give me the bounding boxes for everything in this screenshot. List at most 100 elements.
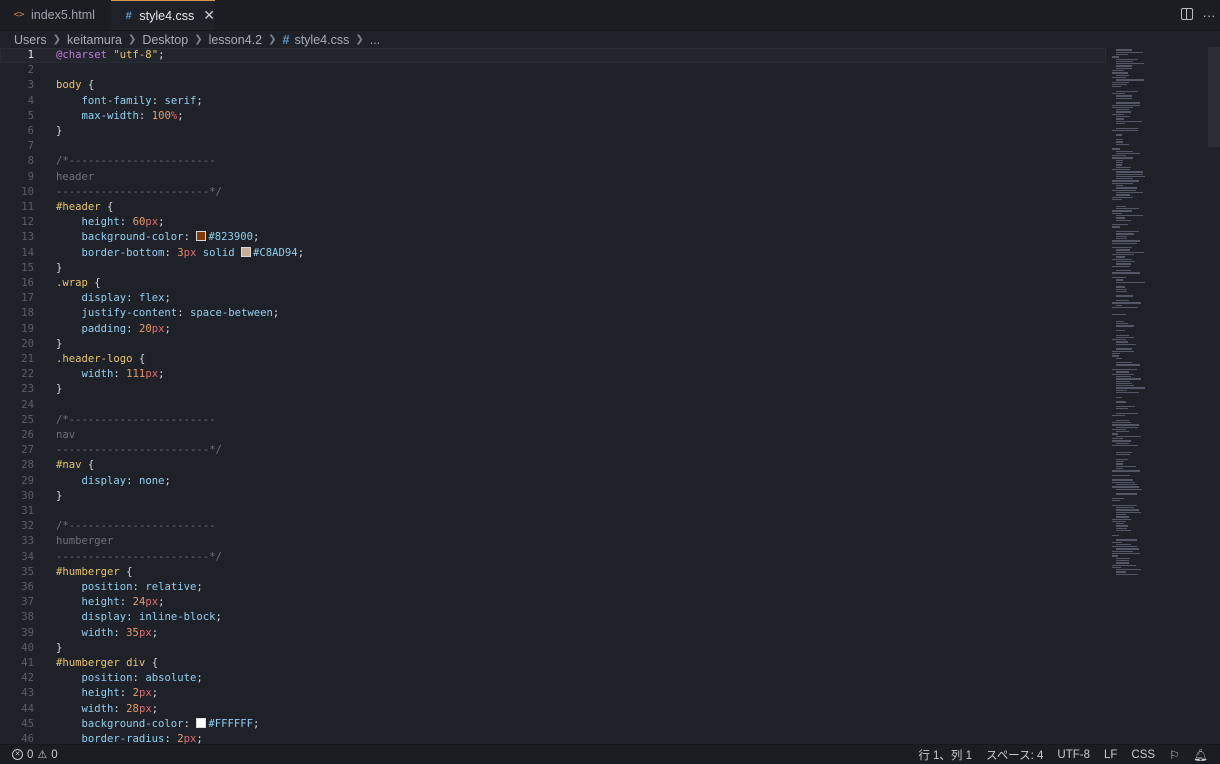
minimap-line	[1116, 233, 1134, 235]
code-line[interactable]: 19 padding: 20px;	[0, 322, 1106, 337]
breadcrumb-item[interactable]: Desktop	[142, 33, 188, 47]
code-line[interactable]: 13 background-color: #823900;	[0, 230, 1106, 245]
color-swatch[interactable]	[196, 717, 207, 728]
code-line[interactable]: 6}	[0, 124, 1106, 139]
code-line[interactable]: 8 /*-----------------------	[0, 154, 1106, 169]
tab-style4-css[interactable]: # style4.css ✕	[111, 0, 215, 30]
minimap-line	[1112, 70, 1124, 72]
code-line[interactable]: 22 width: 111px;	[0, 367, 1106, 382]
minimap-line	[1116, 442, 1129, 444]
end-of-line[interactable]: LF	[1104, 749, 1117, 761]
code-line[interactable]: 3 body {	[0, 78, 1106, 93]
code-line[interactable]: 39 width: 35px;	[0, 626, 1106, 641]
minimap-line	[1116, 412, 1138, 415]
code-line[interactable]: 14 border-bottom: 3px solid #C8AD94;	[0, 246, 1106, 261]
code-line[interactable]: 31	[0, 504, 1106, 519]
breadcrumb-item[interactable]: Users	[14, 33, 47, 47]
code-line[interactable]: 18 justify-content: space-between;	[0, 306, 1106, 321]
code-line[interactable]: 21 .header-logo {	[0, 352, 1106, 367]
minimap-line	[1116, 90, 1138, 93]
code-line[interactable]: 9 header	[0, 170, 1106, 185]
minimap-line	[1112, 224, 1128, 226]
minimap-line	[1116, 392, 1139, 394]
code-line[interactable]: 10 ------------------------*/	[0, 185, 1106, 200]
code-line[interactable]: 37 height: 24px;	[0, 595, 1106, 610]
minimap-line	[1112, 106, 1133, 109]
code-line[interactable]: 1 @charset "utf-8";	[0, 48, 1106, 64]
code-line[interactable]: 12 height: 60px;	[0, 215, 1106, 230]
code-line[interactable]: 43 height: 2px;	[0, 686, 1106, 701]
code-line[interactable]: 25 /*-----------------------	[0, 413, 1106, 428]
more-actions-icon[interactable]: ···	[1198, 8, 1220, 23]
token: space-between	[189, 307, 273, 320]
line-number: 37	[21, 596, 34, 609]
breadcrumb-item[interactable]: lesson4.2	[209, 33, 263, 47]
code-line[interactable]: 41 #humberger div {	[0, 656, 1106, 671]
minimap[interactable]	[1108, 47, 1208, 587]
minimap-line	[1116, 426, 1138, 428]
close-icon[interactable]: ✕	[203, 7, 215, 24]
code-line[interactable]: 40}	[0, 641, 1106, 656]
code-line[interactable]: 38 display: inline-block;	[0, 610, 1106, 625]
split-editor-button[interactable]	[1176, 7, 1198, 23]
bell-icon[interactable]: 🔔︎	[1193, 748, 1208, 762]
code-line[interactable]: 27 ------------------------*/	[0, 443, 1106, 458]
code-line[interactable]: 30}	[0, 489, 1106, 504]
code-line[interactable]: 34 ------------------------*/	[0, 550, 1106, 565]
breadcrumb-item[interactable]: style4.css	[294, 33, 349, 47]
tab-index5-html[interactable]: <> index5.html	[0, 0, 111, 30]
code-line[interactable]: 5 max-width: 100%;	[0, 109, 1106, 124]
breadcrumb-item[interactable]: ...	[370, 33, 380, 47]
minimap-line	[1116, 539, 1137, 541]
color-swatch[interactable]	[196, 231, 207, 242]
token: padding	[81, 322, 127, 335]
code-line[interactable]: 42 position: absolute;	[0, 671, 1106, 686]
indentation[interactable]: スペース: 4	[986, 747, 1043, 763]
code-line[interactable]: 7	[0, 139, 1106, 154]
code-line[interactable]: 23}	[0, 382, 1106, 397]
minimap-line	[1116, 451, 1132, 454]
minimap-line	[1116, 463, 1123, 465]
code-line[interactable]: 11 #header {	[0, 200, 1106, 215]
code-line[interactable]: 46 border-radius: 2px;	[0, 732, 1106, 744]
code-line[interactable]: 28 #nav {	[0, 458, 1106, 473]
code-line[interactable]: 26 nav	[0, 428, 1106, 443]
minimap-line	[1116, 543, 1131, 546]
minimap-line	[1116, 405, 1135, 408]
minimap-line	[1116, 279, 1123, 281]
code-line[interactable]: 17 display: flex;	[0, 291, 1106, 306]
minimap-line	[1116, 194, 1130, 196]
code-line[interactable]: 29 display: none;	[0, 474, 1106, 489]
code-line[interactable]: 24	[0, 398, 1106, 413]
minimap-line	[1112, 433, 1118, 435]
cursor-position[interactable]: 行 1、列 1	[918, 747, 972, 763]
code-line[interactable]: 33 humberger	[0, 534, 1106, 549]
feedback-icon[interactable]: ⚐	[1169, 748, 1179, 762]
token: position	[81, 672, 133, 685]
code-line[interactable]: 15}	[0, 261, 1106, 276]
code-line[interactable]: 20}	[0, 337, 1106, 352]
language-mode[interactable]: CSS	[1131, 749, 1155, 761]
code-line[interactable]: 16 .wrap {	[0, 276, 1106, 291]
code-line[interactable]: 4 font-family: serif;	[0, 94, 1106, 109]
minimap-line	[1112, 444, 1138, 447]
breadcrumb-item[interactable]: keitamura	[67, 33, 122, 47]
code-line[interactable]: 44 width: 28px;	[0, 702, 1106, 717]
minimap-line	[1116, 513, 1126, 516]
minimap-line	[1116, 97, 1132, 99]
minimap-line	[1116, 270, 1131, 272]
code-line[interactable]: 35 #humberger {	[0, 565, 1106, 580]
vertical-scrollbar[interactable]	[1208, 47, 1220, 147]
encoding[interactable]: UTF-8	[1057, 749, 1090, 761]
problems-indicator[interactable]: ✕ 0 ⚠ 0	[12, 745, 58, 764]
code-line[interactable]: 2	[0, 63, 1106, 78]
code-line[interactable]: 36 position: relative;	[0, 580, 1106, 595]
code-line[interactable]: 32 /*-----------------------	[0, 519, 1106, 534]
code-line[interactable]: 45 background-color: #FFFFFF;	[0, 717, 1106, 732]
code-editor[interactable]: 1 @charset "utf-8"; 2 3 body { 4 font-fami…	[0, 47, 1106, 744]
minimap-line	[1116, 63, 1144, 65]
minimap-line	[1116, 511, 1141, 513]
minimap-line	[1112, 72, 1128, 74]
color-swatch[interactable]	[241, 246, 252, 257]
line-number: 14	[21, 246, 34, 259]
